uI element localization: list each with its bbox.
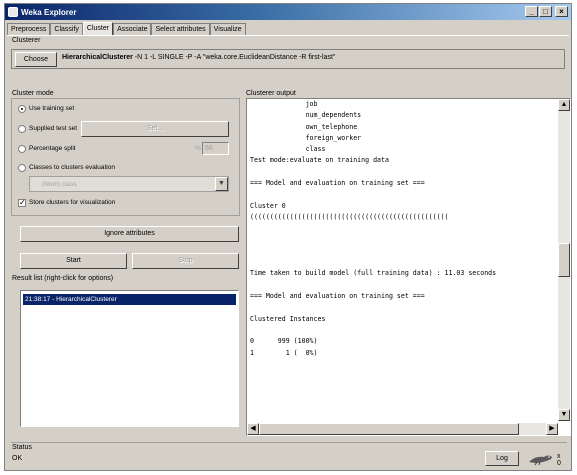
scroll-left-icon[interactable]: ◀ — [247, 423, 259, 435]
vertical-scroll-thumb[interactable] — [558, 243, 570, 277]
close-button[interactable]: × — [555, 6, 568, 17]
clusterer-output[interactable]: job num_dependents own_telephone foreign… — [246, 98, 571, 436]
clusterer-output-text: job num_dependents own_telephone foreign… — [250, 99, 556, 359]
store-clusters-label: Store clusters for visualization — [29, 199, 116, 206]
output-line: Test mode:evaluate on training data — [250, 156, 389, 165]
stop-button[interactable]: Stop — [132, 253, 239, 269]
main-tabs: Preprocess Classify Cluster Associate Se… — [7, 22, 246, 36]
percentage-split-field[interactable]: 66 — [202, 142, 229, 155]
status-text: OK — [12, 455, 23, 462]
scroll-right-icon[interactable]: ▶ — [546, 423, 558, 435]
set-test-set-button[interactable]: Set... — [81, 121, 229, 137]
maximize-button[interactable]: □ — [539, 6, 552, 17]
scroll-up-icon[interactable]: ▲ — [558, 99, 570, 111]
log-button[interactable]: Log — [485, 451, 519, 466]
supplied-test-set-label: Supplied test set — [29, 125, 78, 132]
cluster-mode-label: Cluster mode — [12, 90, 54, 97]
output-line: Cluster 0 — [250, 201, 286, 210]
status-divider — [11, 442, 567, 443]
clusterer-output-label: Clusterer output — [246, 90, 296, 97]
output-line: job — [250, 100, 318, 108]
chevron-down-icon: ▼ — [215, 177, 228, 191]
vertical-scrollbar[interactable]: ▲ ▼ — [558, 99, 570, 421]
output-line: own_telephone — [250, 122, 358, 131]
horizontal-scroll-thumb[interactable] — [259, 423, 519, 435]
result-list[interactable]: 21:38:17 - HierarchicalClusterer — [20, 290, 239, 427]
title-bar[interactable]: Weka Explorer _ □ × — [5, 4, 571, 20]
use-training-set-label: Use training set — [29, 105, 75, 112]
weka-bird-icon[interactable]: x 0 — [527, 451, 563, 467]
weka-app-icon — [8, 7, 18, 17]
supplied-test-set-radio[interactable] — [18, 125, 26, 133]
clusterer-section-label: Clusterer — [12, 37, 41, 44]
output-line: Clustered Instances — [250, 314, 326, 323]
output-line: === Model and evaluation on training set… — [250, 179, 425, 188]
class-attribute-select[interactable]: (Nom) class ▼ — [29, 176, 229, 192]
output-line: 0 999 (100%) — [250, 337, 318, 346]
window-controls: _ □ × — [525, 6, 568, 17]
output-line: class — [250, 145, 326, 154]
horizontal-scrollbar[interactable]: ◀ ▶ — [247, 423, 558, 435]
percentage-split-label: Percentage split — [29, 145, 76, 152]
output-line: 1 1 ( 0%) — [250, 348, 318, 357]
window-title: Weka Explorer — [21, 7, 77, 17]
scheme-name: HierarchicalClusterer — [62, 54, 133, 61]
clusterer-chooser: Choose HierarchicalClusterer -N 1 -L SIN… — [11, 49, 565, 69]
weka-explorer-window: Weka Explorer _ □ × Preprocess Classify … — [4, 3, 572, 471]
tab-divider — [7, 35, 569, 36]
percentage-split-radio[interactable] — [18, 145, 26, 153]
scroll-down-icon[interactable]: ▼ — [558, 409, 570, 421]
task-count: x 0 — [557, 453, 561, 467]
ignore-attributes-button[interactable]: Ignore attributes — [20, 226, 239, 242]
percent-sign: % — [195, 145, 201, 152]
scheme-args: -N 1 -L SINGLE -P -A "weka.core.Euclidea… — [132, 54, 336, 61]
output-line: num_dependents — [250, 111, 362, 120]
status-label: Status — [12, 444, 32, 451]
result-list-item[interactable]: 21:38:17 - HierarchicalClusterer — [23, 294, 236, 305]
output-line: Time taken to build model (full training… — [250, 269, 497, 278]
tab-cluster[interactable]: Cluster — [82, 22, 114, 36]
choose-button[interactable]: Choose — [15, 52, 57, 67]
result-list-label: Result list (right-click for options) — [12, 275, 114, 282]
output-line: ((((((((((((((((((((((((((((((((((((((((… — [250, 212, 449, 221]
output-line: === Model and evaluation on training set… — [250, 292, 425, 301]
class-attribute-value: (Nom) class — [42, 181, 77, 188]
minimize-button[interactable]: _ — [525, 6, 538, 17]
store-clusters-checkbox[interactable]: ✓ — [18, 199, 26, 207]
start-button[interactable]: Start — [20, 253, 127, 269]
classes-to-clusters-label: Classes to clusters evaluation — [29, 164, 115, 171]
classes-to-clusters-radio[interactable] — [18, 164, 26, 172]
clusterer-scheme[interactable]: HierarchicalClusterer -N 1 -L SINGLE -P … — [62, 54, 335, 61]
use-training-set-radio[interactable] — [18, 105, 26, 113]
output-line: foreign_worker — [250, 133, 362, 142]
